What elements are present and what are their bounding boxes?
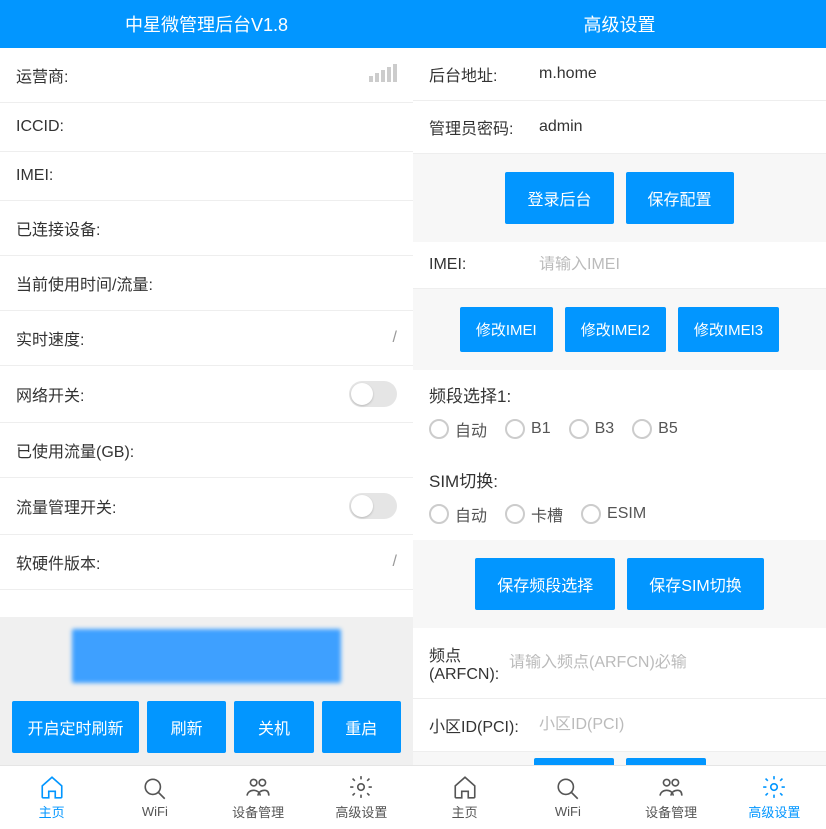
sim-radio-slot[interactable]: 卡槽: [505, 502, 563, 526]
tab-advanced[interactable]: 高级设置: [310, 766, 413, 829]
reboot-button[interactable]: 重启: [322, 701, 401, 753]
advanced-title: 高级设置: [584, 11, 656, 37]
connected-devices-row: 已连接设备:: [0, 201, 413, 256]
auto-refresh-button[interactable]: 开启定时刷新: [12, 701, 139, 753]
carrier-label: 运营商:: [16, 63, 68, 87]
arfcn-input[interactable]: [509, 654, 810, 672]
band-radio-auto[interactable]: 自动: [429, 417, 487, 441]
gear-icon: [761, 774, 787, 800]
tab-home-r[interactable]: 主页: [413, 766, 516, 829]
home-icon: [39, 774, 65, 800]
tab-bar-left: 主页 WiFi 设备管理 高级设置: [0, 765, 413, 829]
band-section: 频段选择1: 自动 B1 B3 B5: [413, 370, 826, 455]
network-switch-row: 网络开关:: [0, 366, 413, 423]
modify-imei2-button[interactable]: 修改IMEI2: [565, 307, 666, 352]
sim-radio-auto[interactable]: 自动: [429, 502, 487, 526]
sim-section: SIM切换: 自动 卡槽 ESIM: [413, 455, 826, 540]
sim-radio-esim[interactable]: ESIM: [581, 502, 646, 526]
usage-time-row: 当前使用时间/流量:: [0, 256, 413, 311]
backend-addr-input[interactable]: [539, 65, 810, 83]
band-radio-b3[interactable]: B3: [569, 417, 615, 441]
admin-pwd-input[interactable]: [539, 118, 810, 136]
modify-imei-button[interactable]: 修改IMEI: [460, 307, 553, 352]
imei-row: IMEI:: [0, 152, 413, 201]
save-band-sim-group: 保存频段选择 保存SIM切换: [413, 540, 826, 628]
advanced-pane: 高级设置 后台地址: 管理员密码: 登录后台 保存配置 IMEI: 修改IMEI…: [413, 0, 826, 829]
peek-buttons: [413, 752, 826, 765]
data-mgmt-toggle[interactable]: [349, 493, 397, 519]
backend-addr-row: 后台地址:: [413, 48, 826, 101]
pci-row: 小区ID(PCI):: [413, 699, 826, 752]
refresh-button[interactable]: 刷新: [147, 701, 226, 753]
band-radio-b1[interactable]: B1: [505, 417, 551, 441]
save-band-button[interactable]: 保存频段选择: [475, 558, 615, 610]
action-footer: 开启定时刷新 刷新 关机 重启: [0, 617, 413, 765]
iccid-row: ICCID:: [0, 103, 413, 152]
tab-devices-r[interactable]: 设备管理: [620, 766, 723, 829]
shutdown-button[interactable]: 关机: [234, 701, 313, 753]
imei-input-row: IMEI:: [413, 242, 826, 289]
redacted-block: [72, 629, 341, 683]
network-switch-toggle[interactable]: [349, 381, 397, 407]
arfcn-row: 频点(ARFCN):: [413, 628, 826, 699]
login-button[interactable]: 登录后台: [505, 172, 613, 224]
imei-input[interactable]: [539, 256, 810, 274]
advanced-header: 高级设置: [413, 0, 826, 48]
signal-icon: [369, 64, 397, 87]
save-sim-button[interactable]: 保存SIM切换: [627, 558, 763, 610]
version-row: 软硬件版本: /: [0, 535, 413, 590]
tab-bar-right: 主页 WiFi 设备管理 高级设置: [413, 765, 826, 829]
tab-devices[interactable]: 设备管理: [207, 766, 310, 829]
band-radio-b5[interactable]: B5: [632, 417, 678, 441]
imei-button-group: 修改IMEI 修改IMEI2 修改IMEI3: [413, 289, 826, 370]
save-config-button[interactable]: 保存配置: [626, 172, 734, 224]
gear-icon: [348, 774, 374, 800]
tab-home[interactable]: 主页: [0, 766, 103, 829]
used-data-row: 已使用流量(GB):: [0, 423, 413, 478]
admin-pwd-row: 管理员密码:: [413, 101, 826, 154]
app-header: 中星微管理后台V1.8: [0, 0, 413, 48]
login-button-group: 登录后台 保存配置: [413, 154, 826, 242]
home-icon: [452, 774, 478, 800]
search-icon: [142, 776, 168, 802]
tab-wifi[interactable]: WiFi: [103, 766, 206, 829]
pci-input[interactable]: [539, 716, 810, 734]
search-icon: [555, 776, 581, 802]
tab-wifi-r[interactable]: WiFi: [516, 766, 619, 829]
people-icon: [658, 774, 684, 800]
carrier-row: 运营商:: [0, 48, 413, 103]
people-icon: [245, 774, 271, 800]
modify-imei3-button[interactable]: 修改IMEI3: [678, 307, 779, 352]
realtime-speed-row: 实时速度: /: [0, 311, 413, 366]
data-mgmt-switch-row: 流量管理开关:: [0, 478, 413, 535]
main-pane: 中星微管理后台V1.8 运营商: ICCID: IMEI: 已连接设备: 当前使…: [0, 0, 413, 829]
tab-advanced-r[interactable]: 高级设置: [723, 766, 826, 829]
app-title: 中星微管理后台V1.8: [125, 11, 288, 37]
